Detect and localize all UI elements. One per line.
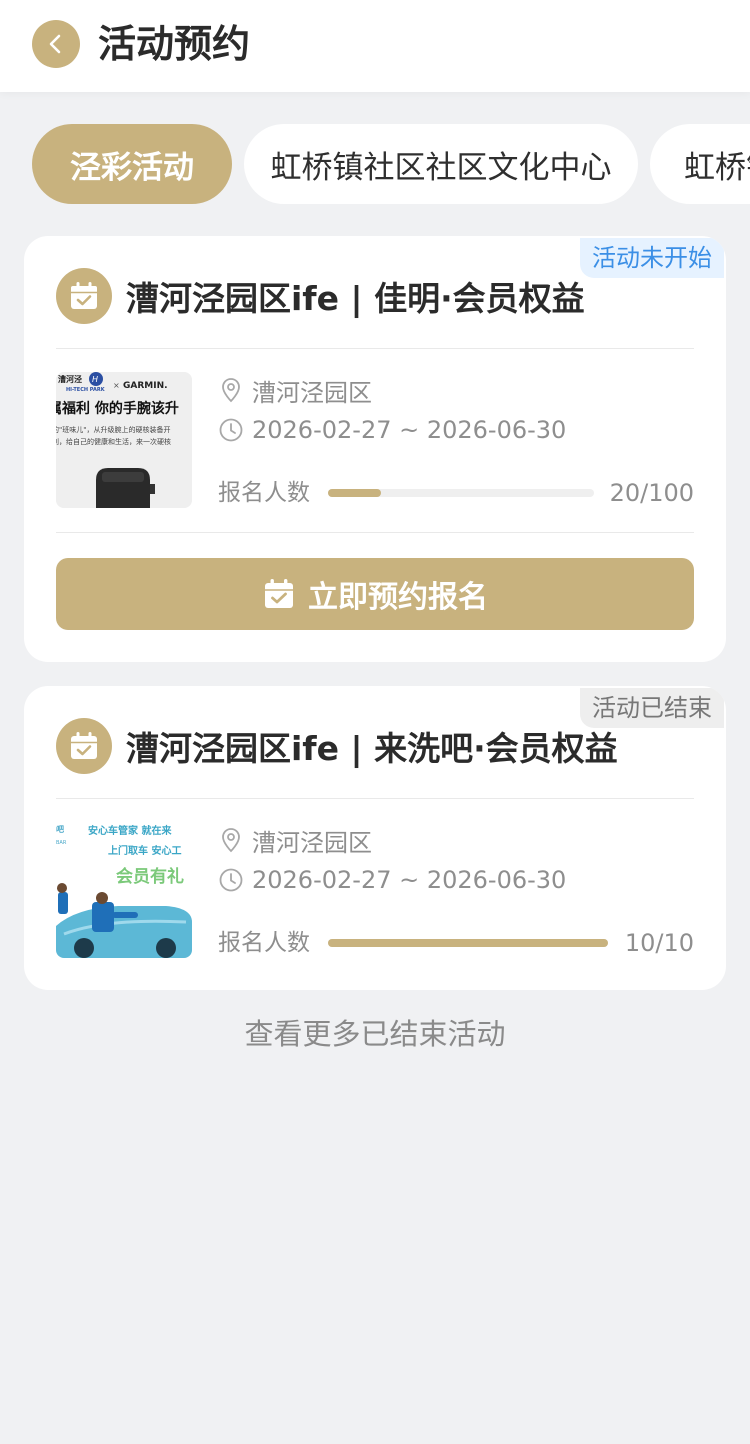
tab-hongqiao-culture-center[interactable]: 虹桥镇社区社区文化中心 <box>244 124 638 204</box>
book-now-button[interactable]: 立即预约报名 <box>56 558 694 630</box>
svg-text:会员有礼: 会员有礼 <box>116 866 184 887</box>
svg-text:×: × <box>113 381 120 390</box>
status-badge: 活动未开始 <box>580 238 724 278</box>
time-row: 2026-02-27 ~ 2026-06-30 <box>218 862 566 898</box>
location-row: 漕河泾园区 <box>218 822 372 858</box>
clock-icon <box>218 417 244 443</box>
svg-text:GARMIN.: GARMIN. <box>123 381 168 391</box>
registration-label: 报名人数 <box>218 480 310 506</box>
category-tabs: 泾彩活动虹桥镇社区社区文化中心虹桥镇 <box>32 124 750 204</box>
svg-text:利，给自己的健康和生活，来一次硬核: 利，给自己的健康和生活，来一次硬核 <box>56 437 171 446</box>
activity-title: 漕河泾园区ife | 来洗吧·会员权益 <box>126 729 618 768</box>
divider <box>56 348 694 349</box>
location-row: 漕河泾园区 <box>218 372 372 408</box>
svg-text:上门取车 安心工: 上门取车 安心工 <box>108 844 181 857</box>
svg-text:HI-TECH PARK: HI-TECH PARK <box>66 387 106 393</box>
location-text: 漕河泾园区 <box>252 378 372 407</box>
activity-card[interactable]: 活动未开始 漕河泾园区ife | 佳明·会员权益 漕河泾 H HI-TECH P… <box>24 236 726 662</box>
calendar-badge <box>56 268 112 324</box>
tab-hongqiao[interactable]: 虹桥镇 <box>650 124 750 204</box>
page-title: 活动预约 <box>98 22 251 66</box>
activity-thumbnail[interactable]: 漕河泾 H HI-TECH PARK × GARMIN. 属福利 你的手腕该升 … <box>56 372 192 508</box>
svg-text:属福利 你的手腕该升: 属福利 你的手腕该升 <box>56 400 179 417</box>
chevron-left-icon <box>49 34 61 54</box>
card-title-row: 漕河泾园区ife | 佳明·会员权益 <box>56 268 585 324</box>
activity-thumbnail[interactable]: 吧 安心车管家 就在来 BAR 上门取车 安心工 会员有礼 <box>56 822 192 958</box>
registration-count: 20/100 <box>609 479 694 507</box>
clock-icon <box>218 867 244 893</box>
location-text: 漕河泾园区 <box>252 828 372 857</box>
date-range-text: 2026-02-27 ~ 2026-06-30 <box>252 416 567 444</box>
svg-text:漕河泾: 漕河泾 <box>58 374 82 384</box>
date-range-text: 2026-02-27 ~ 2026-06-30 <box>252 866 567 894</box>
calendar-badge <box>56 718 112 774</box>
card-title-row: 漕河泾园区ife | 来洗吧·会员权益 <box>56 718 618 774</box>
calendar-check-icon <box>71 282 97 309</box>
calendar-check-icon <box>262 577 296 611</box>
calendar-check-icon <box>71 732 97 759</box>
registration-progress-fill <box>328 939 608 947</box>
garmin-poster-image: 漕河泾 H HI-TECH PARK × GARMIN. 属福利 你的手腕该升 … <box>56 372 192 508</box>
svg-text:安心车管家 就在来: 安心车管家 就在来 <box>88 824 172 837</box>
location-pin-icon <box>218 827 244 853</box>
back-button[interactable] <box>32 20 80 68</box>
registration-progress <box>328 489 594 497</box>
registration-progress-fill <box>328 489 382 497</box>
book-now-label: 立即预约报名 <box>308 580 488 615</box>
registration-label: 报名人数 <box>218 930 310 956</box>
registration-progress <box>328 939 608 947</box>
divider <box>56 532 694 533</box>
svg-text:吧: 吧 <box>56 825 64 834</box>
location-pin-icon <box>218 377 244 403</box>
header-bar: 活动预约 <box>0 0 750 92</box>
activity-card[interactable]: 活动已结束 漕河泾园区ife | 来洗吧·会员权益 吧 安心车管家 就在来 BA… <box>24 686 726 990</box>
tab-jingcai[interactable]: 泾彩活动 <box>32 124 232 204</box>
activity-title: 漕河泾园区ife | 佳明·会员权益 <box>126 279 585 318</box>
car-wash-poster-image: 吧 安心车管家 就在来 BAR 上门取车 安心工 会员有礼 <box>56 822 192 958</box>
svg-text:的"班味儿"，从升级腕上的硬核装备开: 的"班味儿"，从升级腕上的硬核装备开 <box>56 425 170 434</box>
svg-text:BAR: BAR <box>56 840 67 846</box>
time-row: 2026-02-27 ~ 2026-06-30 <box>218 412 566 448</box>
divider <box>56 798 694 799</box>
view-more-ended-link[interactable]: 查看更多已结束活动 <box>0 1012 750 1056</box>
registration-count: 10/10 <box>624 929 694 957</box>
svg-text:H: H <box>92 375 98 384</box>
